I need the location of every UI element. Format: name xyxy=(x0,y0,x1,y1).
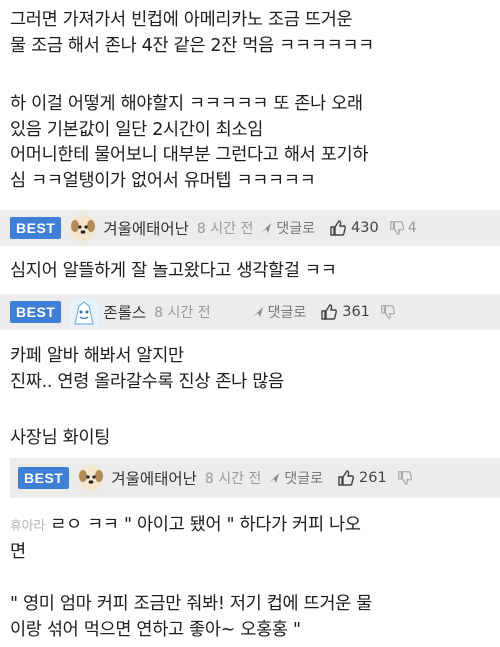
comment-3-text-line-3: " 영미 엄마 커피 조금만 줘봐! 저기 컵에 뜨거운 물 xyxy=(10,594,373,614)
thumbs-up-icon xyxy=(330,220,346,236)
comment-2-meta: BEST 존롤스 8 시간 전 댓글로 361 xyxy=(0,296,500,328)
dislike-button[interactable]: 4 xyxy=(389,220,417,236)
comment-3-text-line-2: 면 xyxy=(10,542,26,562)
post-line-6: 심 ㅋㅋ얼탱이가 없어서 유머텝 ㅋㅋㅋㅋㅋ xyxy=(10,171,316,191)
comment-3-text-line-4: 이랑 섞어 먹으면 연하고 좋아~ 오홍홍 " xyxy=(10,620,301,640)
like-count: 261 xyxy=(359,470,387,486)
robot-avatar-icon[interactable] xyxy=(69,298,99,327)
reply-button[interactable]: 댓글로 xyxy=(259,218,315,238)
dislike-button[interactable] xyxy=(397,470,413,486)
dislike-count: 4 xyxy=(407,220,417,236)
thumbs-up-icon xyxy=(338,470,354,486)
post-line-4: 있음 기본값이 일단 2시간이 최소임 xyxy=(10,120,264,140)
comment-3-text-line-1: 휴아라 ㄹㅇ ㅋㅋ " 아이고 됐어 " 하다가 커피 나오 xyxy=(10,515,361,535)
like-button[interactable]: 261 xyxy=(337,469,387,487)
like-count: 361 xyxy=(342,304,370,320)
best-badge: BEST xyxy=(10,217,62,239)
username[interactable]: 존롤스 xyxy=(103,301,146,323)
dog-avatar-icon[interactable] xyxy=(69,214,97,242)
thumbs-down-icon xyxy=(381,305,395,319)
quoted-username: 휴아라 xyxy=(10,519,45,534)
post-line-2: 물 조금 해서 존나 4잔 같은 2잔 먹음 ㅋㅋㅋㅋㅋㅋ xyxy=(10,36,374,56)
thumbs-down-icon xyxy=(389,221,404,235)
comment-2-text-line-3: 사장님 화이팅 xyxy=(10,428,111,448)
comment-1-meta: BEST 겨울에태어난 8 시간 전 댓글로 430 4 xyxy=(0,212,500,244)
like-button[interactable]: 361 xyxy=(320,303,370,321)
comment-3-meta: BEST 겨울에태어난 8 시간 전 댓글로 261 xyxy=(0,462,500,494)
username[interactable]: 겨울에태어난 xyxy=(111,467,197,489)
post-line-5: 어머니한테 물어보니 대부분 그런다고 해서 포기하 xyxy=(10,145,369,165)
dislike-button[interactable] xyxy=(380,304,396,320)
username[interactable]: 겨울에태어난 xyxy=(103,217,189,239)
reply-label: 댓글로 xyxy=(267,305,307,321)
timestamp: 8 시간 전 xyxy=(196,221,254,237)
timestamp: 8 시간 전 xyxy=(154,305,211,321)
thumbs-up-icon xyxy=(321,304,338,320)
reply-label: 댓글로 xyxy=(284,471,323,487)
comment-2-text-line-1: 카페 알바 해봐서 알지만 xyxy=(10,346,184,366)
thumbs-down-icon xyxy=(397,471,412,485)
post-line-3: 하 이걸 어떻게 해야할지 ㅋㅋㅋㅋㅋ 또 존나 오래 xyxy=(10,94,363,114)
comment-1-text: 심지어 알뜰하게 잘 놀고왔다고 생각할걸 ㅋㅋ xyxy=(10,261,337,281)
timestamp: 8 시간 전 xyxy=(204,471,262,487)
reply-arrow-icon xyxy=(269,473,280,483)
reply-button[interactable]: 댓글로 xyxy=(251,302,307,322)
best-badge: BEST xyxy=(10,301,62,323)
reply-button[interactable]: 댓글로 xyxy=(267,468,323,488)
reply-arrow-icon xyxy=(261,223,272,233)
comment-2-text-line-2: 진짜.. 연령 올라갈수록 진상 존나 많음 xyxy=(10,372,284,392)
like-count: 430 xyxy=(351,220,379,236)
best-badge: BEST xyxy=(18,467,70,489)
reply-label: 댓글로 xyxy=(276,221,315,237)
post-line-1: 그러면 가져가서 빈컵에 아메리카노 조금 뜨거운 xyxy=(10,10,353,30)
reply-arrow-icon xyxy=(252,307,263,317)
like-button[interactable]: 430 xyxy=(329,219,379,237)
dog-avatar-icon[interactable] xyxy=(77,464,105,492)
